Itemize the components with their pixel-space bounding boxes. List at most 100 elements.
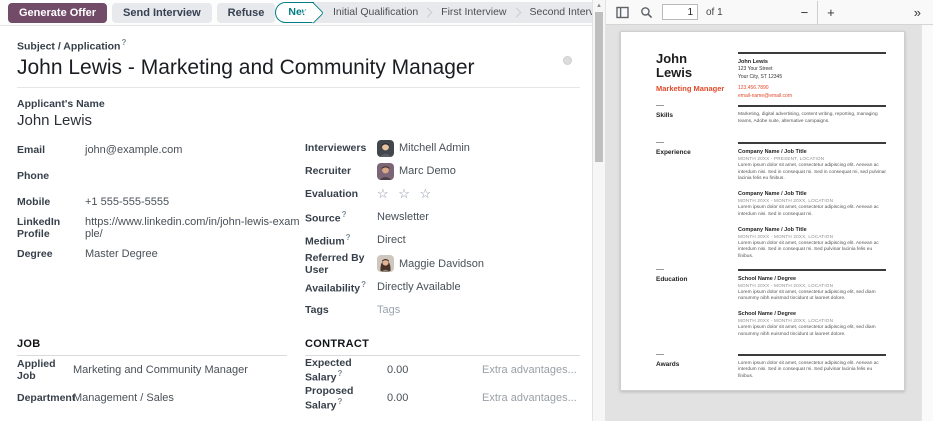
field-row-applied-job: Applied Job Marketing and Community Mana…	[17, 357, 287, 384]
pdf-body: John Lewis Marketing Manager John Lewis …	[606, 25, 933, 421]
expected-extra-advantages-field[interactable]: Extra advantages...	[482, 364, 577, 376]
stage-new[interactable]: New	[275, 2, 314, 23]
referred-by-field[interactable]: Maggie Davidson	[377, 255, 484, 272]
linkedin-field[interactable]: https://www.linkedin.com/in/john-lewis-e…	[85, 216, 305, 240]
expected-salary-label: Expected Salary?	[305, 357, 387, 384]
contract-section: CONTRACT Expected Salary? 0.00 Extra adv…	[305, 338, 580, 412]
expected-salary-field[interactable]: 0.00	[387, 364, 482, 376]
help-marker: ?	[342, 210, 347, 219]
availability-field[interactable]: Directly Available	[377, 281, 461, 293]
pdf-viewport[interactable]: John Lewis Marketing Manager John Lewis …	[606, 25, 921, 421]
zoom-controls: − +	[792, 1, 844, 24]
section-dash	[656, 354, 664, 355]
scrollbar-up-arrow-icon[interactable]: ▲	[593, 0, 605, 12]
awards-text: Lorem ipsum dolor sit amet, consectetur …	[738, 361, 886, 381]
expected-salary-label-text: Expected Salary	[305, 357, 352, 384]
tags-input[interactable]: Tags	[377, 304, 400, 316]
experience-entry-text: Lorem ipsum dolor sit amet, consectetur …	[738, 205, 886, 218]
interviewers-field[interactable]: Mitchell Admin	[377, 140, 470, 157]
resume-skills-row: Skills Marketing, digital advertising, c…	[656, 105, 886, 142]
avatar-marc-demo	[377, 163, 394, 180]
applicant-form-panel: Generate Offer Send Interview Refuse New…	[0, 0, 592, 421]
page-number-input[interactable]	[662, 4, 698, 20]
refuse-button[interactable]: Refuse	[217, 3, 276, 23]
recruiter-value: Marc Demo	[399, 165, 456, 177]
send-interview-button[interactable]: Send Interview	[112, 3, 212, 23]
experience-entry-title: Company Name / Job Title	[738, 191, 886, 197]
toolbar-more-button[interactable]: »	[910, 5, 925, 20]
resume-awards-row: Awards Lorem ipsum dolor sit amet, conse…	[656, 354, 886, 381]
resume-name: John Lewis	[656, 52, 714, 80]
pdf-preview-panel: of 1 − + » John Lewis Marketing Manager	[606, 0, 933, 421]
degree-field[interactable]: Master Degree	[85, 248, 158, 260]
applicant-name-input[interactable]: John Lewis	[17, 112, 580, 129]
field-row-interviewers: Interviewers Mitchell Admin	[305, 137, 580, 160]
evaluation-label: Evaluation	[305, 188, 377, 200]
zoom-out-button[interactable]: −	[792, 1, 818, 24]
source-field[interactable]: Newsletter	[377, 211, 429, 223]
availability-label-text: Availability	[305, 282, 360, 294]
field-row-department: Department Management / Sales	[17, 385, 287, 412]
subject-input[interactable]: John Lewis - Marketing and Community Man…	[17, 56, 580, 80]
tags-label: Tags	[305, 304, 377, 316]
pdf-scrollbar[interactable]	[921, 25, 933, 421]
referred-by-value: Maggie Davidson	[399, 258, 484, 270]
experience-entry: Company Name / Job Title MONTH 20XX - PR…	[738, 149, 886, 183]
help-marker: ?	[361, 280, 366, 289]
activity-indicator-icon	[563, 56, 572, 65]
interviewers-label: Interviewers	[305, 142, 377, 154]
help-marker: ?	[338, 369, 343, 378]
page-count-label: of 1	[706, 7, 723, 18]
sidebar-toggle-icon[interactable]	[614, 4, 630, 20]
contact-email: email-name@email.com	[738, 93, 886, 101]
contact-name: John Lewis	[738, 59, 886, 65]
resume-header-row: John Lewis Marketing Manager John Lewis …	[656, 52, 886, 105]
generate-offer-button[interactable]: Generate Offer	[8, 3, 107, 23]
education-entry-title: School Name / Degree	[738, 276, 886, 282]
mobile-field[interactable]: +1 555-555-5555	[85, 196, 169, 208]
proposed-salary-field[interactable]: 0.00	[387, 392, 482, 404]
proposed-extra-advantages-field[interactable]: Extra advantages...	[482, 392, 577, 404]
field-row-phone: Phone	[17, 163, 305, 189]
experience-entry-title: Company Name / Job Title	[738, 149, 886, 155]
avatar-mitchell-admin	[377, 140, 394, 157]
applicant-name-section: Applicant's Name John Lewis	[17, 98, 580, 129]
medium-field[interactable]: Direct	[377, 234, 406, 246]
stage-first-interview[interactable]: First Interview	[432, 3, 515, 22]
applicant-name-label: Applicant's Name	[17, 98, 580, 110]
skills-section-label: Skills	[656, 112, 730, 119]
applied-job-field[interactable]: Marketing and Community Manager	[73, 364, 248, 376]
medium-label-text: Medium	[305, 235, 345, 247]
department-label: Department	[17, 392, 73, 404]
job-section: JOB Applied Job Marketing and Community …	[17, 338, 305, 412]
form-scrollbar[interactable]: ▲	[592, 0, 606, 421]
contact-phone: 123.456.7890	[738, 85, 886, 93]
experience-entry-text: Lorem ipsum dolor sit amet, consectetur …	[738, 163, 886, 183]
phone-label: Phone	[17, 170, 85, 182]
experience-entry-meta: MONTH 20XX - MONTH 20XX, LOCATION	[738, 198, 886, 203]
resume-experience-row: Experience Company Name / Job Title MONT…	[656, 142, 886, 269]
field-row-evaluation: Evaluation ☆ ☆ ☆	[305, 183, 580, 206]
section-rule	[738, 142, 886, 144]
email-field[interactable]: john@example.com	[85, 144, 182, 156]
experience-entry-text: Lorem ipsum dolor sit amet, consectetur …	[738, 241, 886, 261]
action-toolbar: Generate Offer Send Interview Refuse New…	[0, 0, 592, 26]
section-rule	[738, 269, 886, 271]
linkedin-label: LinkedIn Profile	[17, 216, 85, 240]
contact-address2: Your City, ST 12345	[738, 74, 886, 82]
department-field[interactable]: Management / Sales	[73, 392, 174, 404]
recruiter-field[interactable]: Marc Demo	[377, 163, 456, 180]
subject-label-text: Subject / Application	[17, 41, 120, 53]
stage-second-interview[interactable]: Second Interview	[521, 3, 592, 22]
field-row-mobile: Mobile +1 555-555-5555	[17, 189, 305, 215]
zoom-in-button[interactable]: +	[817, 1, 844, 24]
scrollbar-thumb[interactable]	[595, 12, 603, 162]
help-marker: ?	[121, 38, 126, 47]
form-body: Subject / Application? John Lewis - Mark…	[0, 26, 592, 421]
evaluation-stars-widget[interactable]: ☆ ☆ ☆	[377, 186, 434, 202]
search-icon[interactable]	[638, 4, 654, 20]
pdf-toolbar: of 1 − + »	[606, 0, 933, 25]
resume-name-block: John Lewis Marketing Manager	[656, 52, 738, 93]
education-entry: School Name / Degree MONTH 20XX - MONTH …	[738, 276, 886, 303]
stage-initial-qualification[interactable]: Initial Qualification	[324, 3, 427, 22]
